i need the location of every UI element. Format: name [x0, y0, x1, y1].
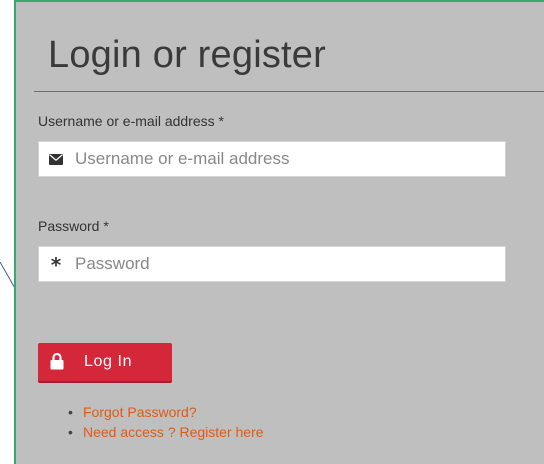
- username-field[interactable]: [38, 141, 506, 177]
- login-button[interactable]: Log In: [38, 343, 172, 381]
- password-input[interactable]: [75, 247, 495, 281]
- password-field[interactable]: *: [38, 246, 506, 282]
- page: Login or register Username or e-mail add…: [0, 0, 544, 464]
- lock-icon: [50, 352, 64, 370]
- title-divider: [34, 91, 544, 92]
- login-panel: Login or register Username or e-mail add…: [14, 0, 544, 464]
- list-item: • Need access ? Register here: [68, 422, 264, 442]
- login-button-label: Log In: [84, 353, 133, 370]
- username-input[interactable]: [75, 142, 495, 176]
- asterisk-glyph: *: [50, 253, 62, 277]
- bullet: •: [68, 404, 73, 420]
- bullet: •: [68, 424, 73, 440]
- register-link[interactable]: Need access ? Register here: [83, 424, 264, 440]
- username-label: Username or e-mail address *: [38, 113, 224, 129]
- forgot-password-link[interactable]: Forgot Password?: [83, 404, 197, 420]
- password-label: Password *: [38, 218, 109, 234]
- list-item: • Forgot Password?: [68, 402, 264, 422]
- envelope-icon: [48, 142, 64, 176]
- asterisk-icon: *: [48, 247, 64, 281]
- help-links: • Forgot Password? • Need access ? Regis…: [68, 402, 264, 442]
- page-title: Login or register: [48, 34, 326, 76]
